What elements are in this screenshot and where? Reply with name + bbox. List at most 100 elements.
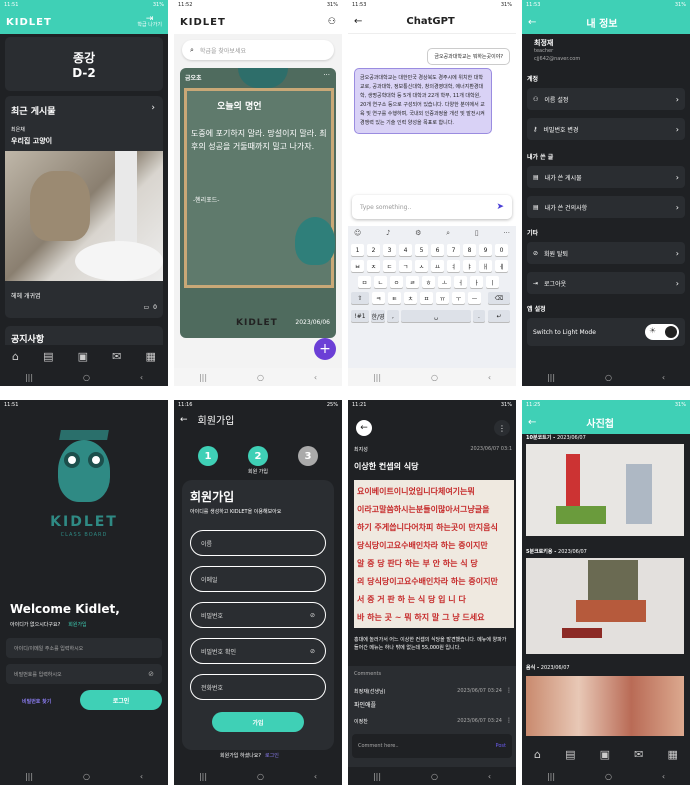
key-9[interactable]: 9 bbox=[479, 244, 492, 256]
key-5[interactable]: 5 bbox=[415, 244, 428, 256]
my-posts-row[interactable]: ▤ 내가 쓴 게시물 › bbox=[527, 166, 685, 188]
more-icon[interactable]: ··· bbox=[503, 229, 510, 238]
lang-key[interactable]: 한/영 bbox=[371, 310, 385, 322]
comment-input[interactable]: Comment here.. Post bbox=[352, 734, 512, 758]
key-ㅔ[interactable]: ㅔ bbox=[495, 260, 508, 272]
comment-more-icon[interactable]: ⋮ bbox=[506, 717, 512, 724]
home-circle-icon[interactable]: ○ bbox=[605, 373, 612, 382]
signup-link[interactable]: 회원가입 bbox=[68, 621, 86, 628]
recents-icon[interactable]: ||| bbox=[199, 373, 207, 382]
key-ㅕ[interactable]: ㅕ bbox=[447, 260, 460, 272]
recents-icon[interactable]: ||| bbox=[547, 373, 555, 382]
recents-icon[interactable]: ||| bbox=[547, 772, 555, 781]
password-field[interactable]: 비밀번호 ⊘ bbox=[190, 602, 326, 628]
back-icon[interactable]: ‹ bbox=[662, 373, 665, 382]
logout-button[interactable]: ⇥ 학급 나가기 bbox=[137, 15, 162, 29]
gallery-photo[interactable] bbox=[526, 676, 684, 736]
clipboard-icon[interactable]: ▯ bbox=[475, 229, 479, 238]
key-ㅑ[interactable]: ㅑ bbox=[463, 260, 476, 272]
back-icon[interactable]: ‹ bbox=[140, 772, 143, 781]
shift-key[interactable]: ⇧ bbox=[351, 292, 369, 304]
back-arrow-icon[interactable]: ← bbox=[528, 417, 536, 428]
enter-key[interactable]: ↵ bbox=[488, 310, 510, 322]
back-icon[interactable]: ‹ bbox=[488, 772, 491, 781]
key-3[interactable]: 3 bbox=[383, 244, 396, 256]
photo-icon[interactable]: ▣ bbox=[600, 748, 610, 761]
cat-photo[interactable] bbox=[5, 151, 163, 281]
eye-off-icon[interactable]: ⊘ bbox=[310, 612, 315, 619]
mail-icon[interactable]: ✉ bbox=[634, 748, 643, 761]
key-ㅠ[interactable]: ㅠ bbox=[436, 292, 449, 304]
key-8[interactable]: 8 bbox=[463, 244, 476, 256]
post-card[interactable]: 금오초 ··· 오늘의 명언 도중에 포기하지 말라. 망설이지 말라. 최후의… bbox=[180, 68, 336, 338]
key-ㅇ[interactable]: ㅇ bbox=[390, 276, 403, 288]
recent-posts-card[interactable]: 최근 게시물 › 최은채 우리집 고양이 헤헤 개귀엽 ▭ 0 bbox=[5, 96, 163, 318]
password-confirm-field[interactable]: 비밀번호 확인 ⊘ bbox=[190, 638, 326, 664]
back-button[interactable]: ← bbox=[356, 420, 372, 436]
back-icon[interactable]: ‹ bbox=[662, 772, 665, 781]
gallery-photo[interactable] bbox=[526, 444, 684, 536]
eye-off-icon[interactable]: ⊘ bbox=[310, 648, 315, 655]
search-icon[interactable]: ⌕ bbox=[446, 229, 450, 238]
send-icon[interactable]: ➤ bbox=[496, 202, 504, 212]
space-key[interactable]: ␣ bbox=[401, 310, 471, 322]
key-ㅗ[interactable]: ㅗ bbox=[438, 276, 451, 288]
recents-icon[interactable]: ||| bbox=[199, 772, 207, 781]
key-2[interactable]: 2 bbox=[367, 244, 380, 256]
key-ㅋ[interactable]: ㅋ bbox=[372, 292, 385, 304]
find-password-link[interactable]: 비밀번호 찾기 bbox=[22, 698, 51, 705]
back-icon[interactable]: ‹ bbox=[140, 373, 143, 382]
logout-row[interactable]: ⇥ 로그아웃 › bbox=[527, 272, 685, 294]
calendar-icon[interactable]: ▦ bbox=[668, 748, 678, 761]
password-input[interactable]: 비밀번호를 입력하시오 ⊘ bbox=[6, 664, 162, 684]
key-ㅓ[interactable]: ㅓ bbox=[454, 276, 467, 288]
home-circle-icon[interactable]: ○ bbox=[83, 772, 90, 781]
home-circle-icon[interactable]: ○ bbox=[257, 373, 264, 382]
key-ㅐ[interactable]: ㅐ bbox=[479, 260, 492, 272]
key-ㅊ[interactable]: ㅊ bbox=[404, 292, 417, 304]
chevron-right-icon[interactable]: › bbox=[151, 103, 155, 113]
home-icon[interactable]: ⌂ bbox=[534, 748, 541, 761]
key-ㄷ[interactable]: ㄷ bbox=[383, 260, 396, 272]
key-ㅁ[interactable]: ㅁ bbox=[358, 276, 371, 288]
message-input[interactable]: Type something.. ➤ bbox=[352, 195, 512, 219]
back-arrow-icon[interactable]: ← bbox=[528, 17, 536, 28]
dot-key[interactable]: . bbox=[473, 310, 485, 322]
name-field[interactable]: 이름 bbox=[190, 530, 326, 556]
key-0[interactable]: 0 bbox=[495, 244, 508, 256]
home-circle-icon[interactable]: ○ bbox=[605, 772, 612, 781]
settings-icon[interactable]: ⚙ bbox=[415, 229, 421, 238]
key-ㅣ[interactable]: ㅣ bbox=[486, 276, 499, 288]
withdraw-row[interactable]: ⊘ 회원 탈퇴 › bbox=[527, 242, 685, 264]
name-setting-row[interactable]: ⚇ 이름 설정 › bbox=[527, 88, 685, 110]
home-circle-icon[interactable]: ○ bbox=[257, 772, 264, 781]
search-input[interactable]: ⌕ 학급을 찾아보세요 bbox=[182, 40, 334, 60]
my-suggestions-row[interactable]: ▤ 내가 쓴 건의사항 › bbox=[527, 196, 685, 218]
restaurant-sign-photo[interactable]: 요이베이트이니었입니다체여기는뭐 이라고말씀하시는분들이많아서그냥글을 하기 주게씁… bbox=[354, 480, 514, 628]
recents-icon[interactable]: ||| bbox=[373, 373, 381, 382]
back-icon[interactable]: ‹ bbox=[488, 373, 491, 382]
key-ㅎ[interactable]: ㅎ bbox=[422, 276, 435, 288]
key-ㅛ[interactable]: ㅛ bbox=[431, 260, 444, 272]
mail-icon[interactable]: ✉ bbox=[112, 350, 121, 363]
add-post-fab[interactable]: + bbox=[314, 338, 336, 360]
key-ㅍ[interactable]: ㅍ bbox=[420, 292, 433, 304]
key-ㅈ[interactable]: ㅈ bbox=[367, 260, 380, 272]
key-ㅂ[interactable]: ㅂ bbox=[351, 260, 364, 272]
key-ㄱ[interactable]: ㄱ bbox=[399, 260, 412, 272]
recents-icon[interactable]: ||| bbox=[373, 772, 381, 781]
key-1[interactable]: 1 bbox=[351, 244, 364, 256]
photo-icon[interactable]: ▣ bbox=[78, 350, 88, 363]
board-icon[interactable]: ▤ bbox=[565, 748, 575, 761]
comment-more-icon[interactable]: ⋮ bbox=[506, 687, 512, 694]
more-button[interactable]: ⋮ bbox=[494, 420, 510, 436]
symbol-key[interactable]: !#1 bbox=[351, 310, 369, 322]
more-icon[interactable]: ··· bbox=[323, 71, 330, 79]
key-7[interactable]: 7 bbox=[447, 244, 460, 256]
home-circle-icon[interactable]: ○ bbox=[83, 373, 90, 382]
key-ㅏ[interactable]: ㅏ bbox=[470, 276, 483, 288]
signup-submit-button[interactable]: 가입 bbox=[212, 712, 304, 732]
email-field[interactable]: 이메일 bbox=[190, 566, 326, 592]
key-ㄴ[interactable]: ㄴ bbox=[374, 276, 387, 288]
back-icon[interactable]: ‹ bbox=[314, 772, 317, 781]
